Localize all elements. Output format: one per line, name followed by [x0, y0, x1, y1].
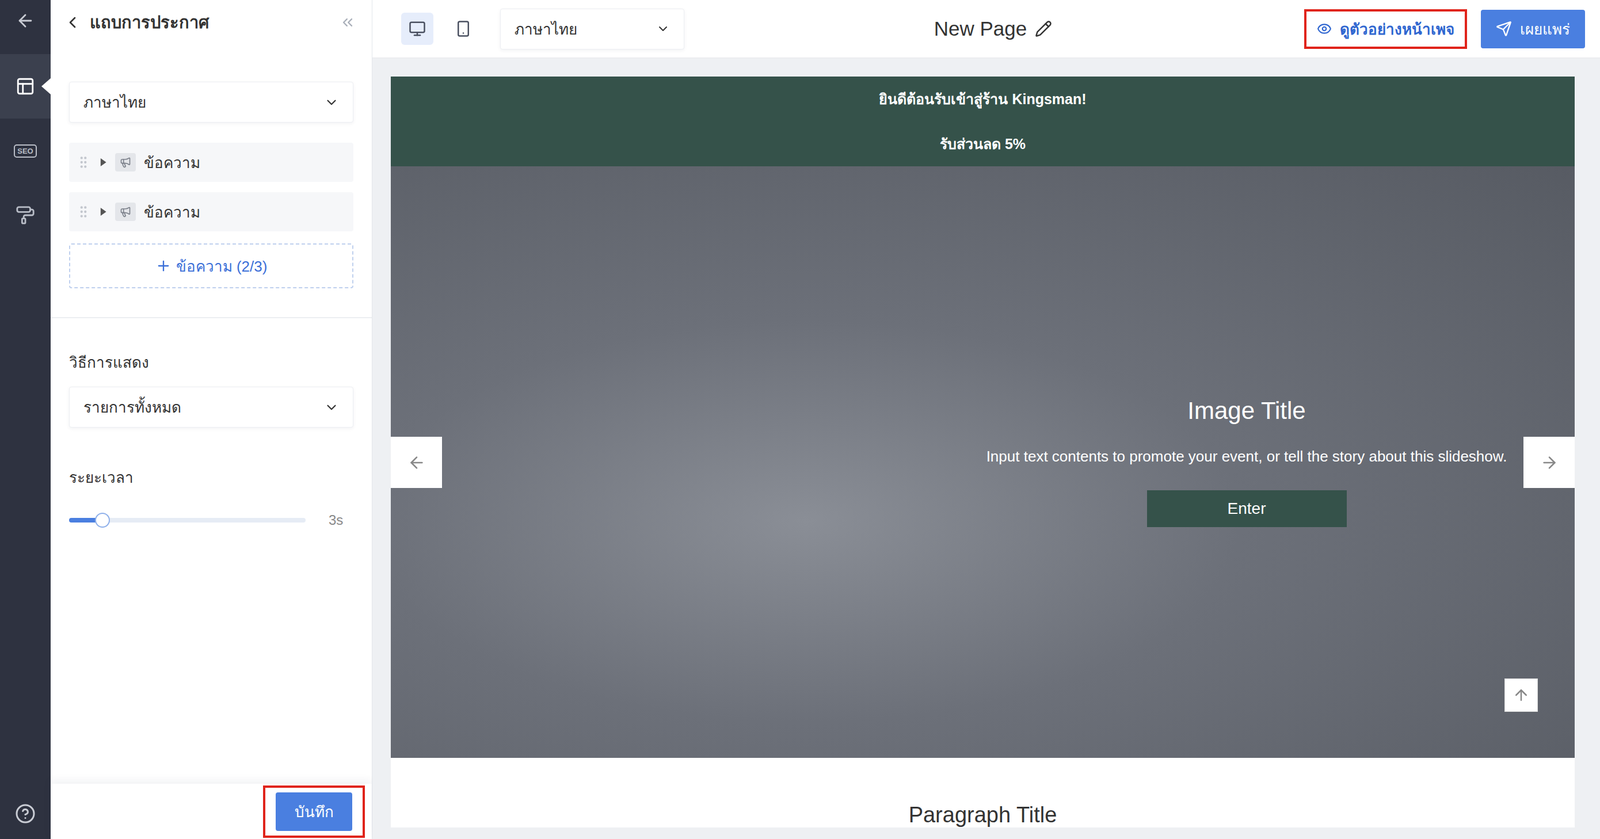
chevron-down-icon	[324, 400, 339, 415]
slideshow: Image Title Input text contents to promot…	[390, 166, 1575, 758]
panel-body: วิธีการแสดงรายการทั้งหมดระยะเวลา 3s	[50, 318, 372, 529]
layout-icon	[15, 76, 36, 97]
drag-handle-icon[interactable]	[75, 204, 91, 220]
toolbar: ภาษาไทย New Page ดูตัวอย่างหน้าเพจ เผยแพร่	[372, 0, 1600, 59]
annotation-box: บันทึก	[263, 785, 365, 838]
page-title[interactable]: New Page	[934, 17, 1053, 41]
select-value: ภาษาไทย	[83, 90, 147, 114]
message-list: ข้อความข้อความ	[69, 142, 354, 232]
eye-icon	[1316, 21, 1332, 37]
paint-roller-icon	[15, 205, 36, 226]
arrow-up-icon	[1512, 686, 1530, 704]
message-type-icon	[115, 202, 136, 222]
select-value: รายการทั้งหมด	[83, 395, 182, 419]
panel-title: แถบการประกาศ	[89, 9, 332, 36]
panel-footer: บันทึก	[50, 783, 372, 839]
help-button[interactable]	[0, 803, 51, 825]
slide-text: Input text contents to promote your even…	[986, 446, 1508, 467]
page-preview: ยินดีต้อนรับเข้าสู่ร้าน Kingsman! รับส่วน…	[390, 76, 1575, 828]
save-button[interactable]: บันทึก	[275, 792, 353, 832]
slide-title: Image Title	[1187, 397, 1306, 425]
divider	[50, 317, 372, 319]
device-button[interactable]	[401, 12, 434, 45]
collapse-button[interactable]	[339, 14, 356, 31]
slider-thumb[interactable]	[94, 512, 110, 528]
page-title-text: New Page	[934, 17, 1027, 41]
canvas: ยินดีต้อนรับเข้าสู่ร้าน Kingsman! รับส่วน…	[372, 58, 1600, 839]
field-label: ระยะเวลา	[69, 465, 354, 490]
add-message-button[interactable]: ข้อความ (2/3)	[69, 243, 354, 289]
arrow-left-icon	[407, 453, 426, 472]
arrow-right-icon	[1540, 453, 1559, 472]
duration-slider: 3s	[69, 501, 354, 529]
help-icon	[14, 803, 36, 825]
paragraph-title: Paragraph Title	[390, 757, 1575, 828]
caret-icon[interactable]	[98, 207, 108, 216]
publish-button[interactable]: เผยแพร่	[1480, 9, 1586, 49]
prev-slide-button[interactable]	[390, 436, 443, 489]
language-select[interactable]: ภาษาไทย	[500, 8, 685, 50]
rail-item[interactable]: SEO	[0, 118, 51, 184]
pencil-icon[interactable]	[1034, 20, 1053, 38]
chevron-down-icon	[656, 21, 670, 36]
panel-header: แถบการประกาศ	[50, 0, 372, 45]
slider-reading: 3s	[328, 512, 344, 529]
add-message-label: ข้อความ (2/3)	[176, 254, 268, 278]
slide-content: Image Title Input text contents to promot…	[970, 397, 1523, 527]
arrow-left-icon	[15, 10, 36, 31]
plus-icon	[155, 257, 172, 274]
seo-icon: SEO	[13, 144, 37, 158]
announcement-text: ยินดีต้อนรับเข้าสู่ร้าน Kingsman!	[878, 89, 1087, 109]
device-button[interactable]	[447, 12, 480, 45]
send-icon	[1495, 20, 1512, 37]
settings-panel: แถบการประกาศภาษาไทยข้อความข้อความข้อความ…	[50, 0, 373, 839]
mobile-icon	[454, 20, 472, 38]
message-item[interactable]: ข้อความ	[69, 192, 354, 232]
editor-main: ภาษาไทย New Page ดูตัวอย่างหน้าเพจ เผยแพร่ย…	[372, 0, 1600, 839]
message-item[interactable]: ข้อความ	[69, 142, 354, 182]
announcement-text: รับส่วนลด 5%	[939, 134, 1026, 154]
caret-icon[interactable]	[98, 158, 108, 167]
chevron-down-icon	[324, 94, 339, 110]
back-to-top-button[interactable]	[1504, 678, 1538, 712]
panel-body: ภาษาไทยข้อความข้อความข้อความ (2/3)	[50, 44, 372, 289]
next-slide-button[interactable]	[1523, 436, 1575, 489]
rail-item[interactable]	[0, 183, 51, 248]
slider-track[interactable]	[69, 517, 306, 523]
desktop-icon	[408, 20, 426, 38]
back-button[interactable]	[63, 13, 82, 32]
drag-handle-icon[interactable]	[75, 154, 91, 170]
display-mode-select[interactable]: รายการทั้งหมด	[69, 386, 354, 428]
language-select[interactable]: ภาษาไทย	[69, 81, 354, 123]
toolbar-right: ดูตัวอย่างหน้าเพจ เผยแพร่	[1052, 9, 1586, 49]
chevron-left-icon	[63, 13, 82, 32]
field-label: วิธีการแสดง	[69, 350, 354, 375]
message-label: ข้อความ	[143, 200, 201, 224]
page-editor: SEOแถบการประกาศภาษาไทยข้อความข้อความข้อค…	[0, 0, 1600, 839]
message-type-icon	[115, 153, 136, 172]
select-value: ภาษาไทย	[514, 17, 578, 41]
chevrons-left-icon	[339, 14, 356, 31]
message-label: ข้อความ	[143, 150, 201, 175]
announcement-bar[interactable]: ยินดีต้อนรับเข้าสู่ร้าน Kingsman! รับส่วน…	[390, 76, 1575, 167]
annotation-box: ดูตัวอย่างหน้าเพจ	[1304, 9, 1468, 49]
rail-item[interactable]	[0, 54, 51, 119]
side-rail: SEO	[0, 0, 51, 839]
active-notch	[41, 78, 51, 95]
preview-button[interactable]: ดูตัวอย่างหน้าเพจ	[1312, 13, 1459, 45]
slide-button[interactable]: Enter	[1147, 490, 1347, 528]
toolbar-left: ภาษาไทย	[401, 8, 935, 50]
back-button[interactable]	[0, 0, 51, 42]
